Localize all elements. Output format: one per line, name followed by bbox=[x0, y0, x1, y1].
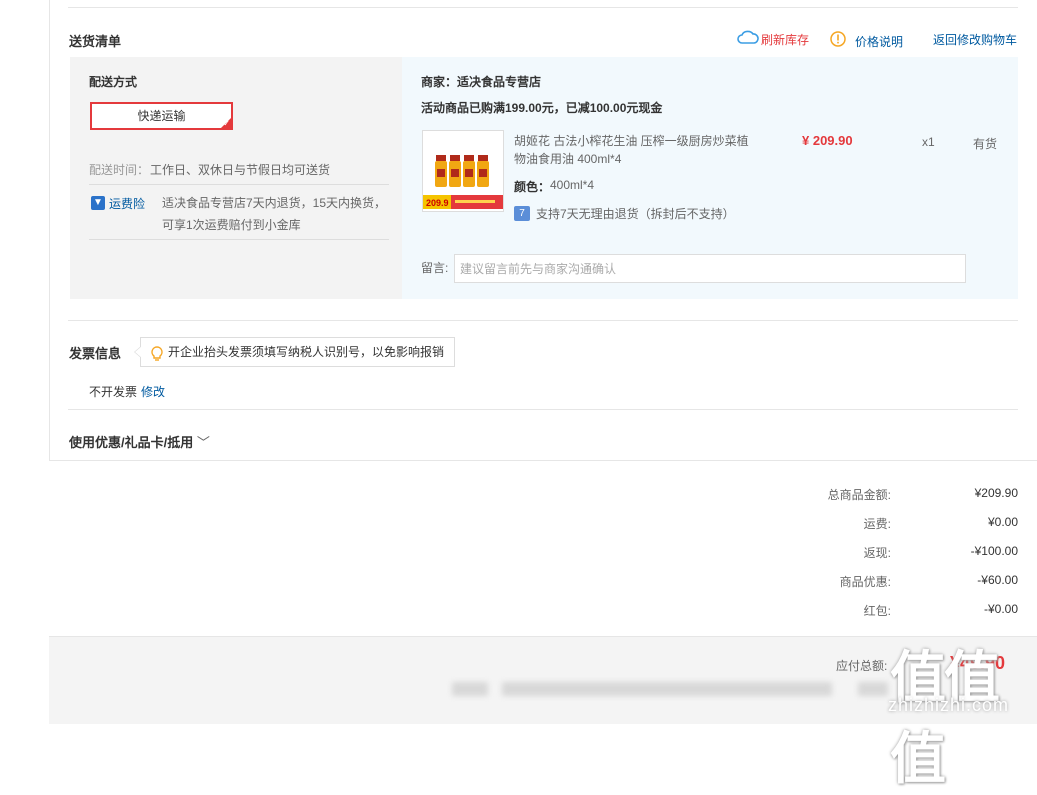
invoice-tip: 开企业抬头发票须填写纳税人识别号，以免影响报销 bbox=[134, 337, 455, 367]
summary-value: -¥0.00 bbox=[983, 602, 1018, 616]
delivery-time-value: 工作日、双休日与节假日均可送货 bbox=[150, 163, 331, 177]
express-shipping-option[interactable]: 快递运输 ✓ bbox=[90, 102, 233, 130]
price-note-link[interactable]: 价格说明 bbox=[855, 33, 903, 50]
shipping-method-label: 配送方式 bbox=[89, 75, 138, 89]
delivery-list-title: 送货清单 bbox=[69, 34, 122, 49]
return-policy-text: 支持7天无理由退货（拆封后不支持） bbox=[536, 207, 735, 221]
delivery-time-label: 配送时间： bbox=[89, 163, 150, 177]
invoice-tip-text: 开企业抬头发票须填写纳税人识别号，以免影响报销 bbox=[168, 345, 445, 359]
left-border bbox=[49, 0, 50, 460]
product-stock-status: 有货 bbox=[973, 137, 998, 151]
summary-label: 总商品金额: bbox=[827, 488, 891, 502]
message-label: 留言: bbox=[421, 261, 449, 275]
message-input[interactable] bbox=[454, 254, 966, 283]
color-value: 400ml*4 bbox=[550, 178, 595, 192]
warning-icon bbox=[830, 31, 846, 47]
summary-value: -¥60.00 bbox=[977, 573, 1018, 587]
product-name-line1[interactable]: 胡姬花 古法小榨花生油 压榨一级厨房炒菜植 bbox=[514, 132, 749, 149]
divider bbox=[68, 409, 1018, 410]
blurred-address bbox=[452, 682, 488, 696]
watermark-url: zhizhizhi.com bbox=[888, 695, 1010, 715]
blurred-address bbox=[858, 682, 888, 696]
divider bbox=[68, 320, 1018, 321]
product-name-line2[interactable]: 物油食用油 400ml*4 bbox=[514, 150, 621, 167]
back-to-cart-link[interactable]: 返回修改购物车 bbox=[933, 31, 1017, 48]
blurred-address bbox=[502, 682, 832, 696]
price-badge: 209.9 bbox=[426, 198, 449, 208]
insurance-text-2: 可享1次运费赔付到小金库 bbox=[162, 218, 301, 232]
invoice-status: 不开发票 bbox=[89, 385, 138, 399]
color-label: 颜色： bbox=[514, 180, 551, 194]
promotion-text: 活动商品已购满199.00元，已减100.00元现金 bbox=[421, 101, 663, 115]
insurance-text-1: 适决食品专营店7天内退货，15天内换货， bbox=[162, 196, 387, 210]
summary-value: -¥100.00 bbox=[970, 544, 1018, 558]
invoice-edit-link[interactable]: 修改 bbox=[141, 383, 165, 400]
payable-label: 应付总额: bbox=[836, 659, 888, 673]
summary-value: ¥0.00 bbox=[987, 515, 1018, 529]
shipping-insurance-link[interactable]: 运费险 bbox=[109, 195, 145, 212]
summary-label: 商品优惠: bbox=[839, 575, 891, 589]
product-quantity: x1 bbox=[922, 135, 935, 149]
coupon-toggle[interactable]: 使用优惠/礼品卡/抵用 ﹀ bbox=[69, 432, 210, 451]
divider bbox=[89, 184, 389, 185]
coupon-title: 使用优惠/礼品卡/抵用 bbox=[69, 435, 194, 450]
check-icon: ✓ bbox=[223, 119, 230, 128]
invoice-title: 发票信息 bbox=[69, 346, 122, 361]
refresh-stock-link[interactable]: 刷新库存 bbox=[761, 31, 809, 48]
insurance-icon: ▼ bbox=[91, 196, 105, 210]
top-divider bbox=[68, 7, 1018, 8]
chevron-down-icon: ﹀ bbox=[196, 435, 210, 450]
return-policy-icon: 7 bbox=[514, 206, 530, 221]
divider bbox=[89, 239, 389, 240]
lightbulb-icon bbox=[150, 344, 164, 372]
shipping-panel bbox=[70, 57, 402, 299]
summary-value: ¥209.90 bbox=[974, 486, 1018, 500]
product-price: ¥ 209.90 bbox=[802, 133, 853, 148]
divider bbox=[49, 460, 1037, 461]
summary-label: 运费: bbox=[863, 517, 891, 531]
cloud-icon bbox=[737, 30, 759, 47]
summary-label: 返现: bbox=[863, 546, 891, 560]
product-image[interactable]: 209.9 bbox=[422, 130, 504, 212]
summary-label: 红包: bbox=[863, 604, 891, 618]
merchant-name: 商家：适决食品专营店 bbox=[421, 75, 542, 89]
express-shipping-label: 快递运输 bbox=[137, 109, 186, 123]
